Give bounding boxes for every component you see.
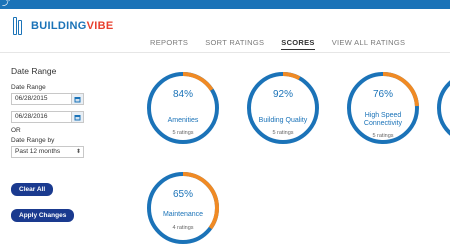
apply-changes-button[interactable]: Apply Changes [11,209,75,222]
score-ratings: 4 ratings [172,225,194,231]
nav-tabs: REPORTS SORT RATINGS SCORES VIEW ALL RAT… [150,38,422,50]
logo-text-vibe: VIBE [86,20,114,32]
calendar-icon [74,114,81,120]
range-by-label: Date Range by [11,137,55,144]
score-name: Amenities [167,117,199,124]
start-date-group: 06/28/2015 [11,93,84,105]
score-percent: 92% [272,89,293,100]
end-date-calendar-button[interactable] [72,111,84,123]
score-name: Building Quality [258,117,308,124]
clear-all-button[interactable]: Clear All [11,183,54,196]
logo-text-building: BUILDING [31,20,87,32]
end-date-input[interactable]: 06/28/2016 [11,111,72,123]
date-range-label: Date Range [11,84,46,91]
score-card-maintenance[interactable]: 65% Maintenance 4 ratings [146,171,220,245]
tab-view-all-ratings[interactable]: VIEW ALL RATINGS [332,38,406,50]
start-date-input[interactable]: 06/28/2015 [11,93,72,105]
header-divider [0,52,450,53]
score-card-partial[interactable] [436,71,450,145]
logo-icon [13,17,27,35]
tab-reports[interactable]: REPORTS [150,38,188,50]
filter-title: Date Range [11,66,57,76]
tab-sort-ratings[interactable]: SORT RATINGS [205,38,264,50]
range-by-select[interactable]: Past 12 months ⬍ [11,146,84,158]
chevron-down-icon: ⬍ [75,149,81,155]
tab-scores[interactable]: SCORES [281,38,315,50]
or-label: OR [11,127,21,134]
score-percent: 65% [172,189,193,200]
score-ratings: 5 ratings [272,130,294,136]
range-by-value: Past 12 months [15,148,61,155]
share-icon[interactable]: ⤴ [2,0,10,8]
score-ratings: 5 ratings [372,133,394,139]
score-name: Maintenance [162,211,204,218]
calendar-icon [74,96,81,102]
start-date-calendar-button[interactable] [72,93,84,105]
score-ratings: 5 ratings [172,130,194,136]
logo[interactable]: BUILDINGVIBE [13,15,113,37]
top-bar: ⤴ [0,0,450,9]
score-card-building-quality[interactable]: 92% Building Quality 5 ratings [246,71,320,145]
score-name: High Speed Connectivity [363,112,403,127]
score-percent: 76% [372,89,393,100]
score-card-high-speed-connectivity[interactable]: 76% High Speed Connectivity 5 ratings [346,71,420,145]
filter-sidebar: Date Range Date Range 06/28/2015 06/28/2… [11,66,91,222]
score-ring [437,80,450,136]
end-date-group: 06/28/2016 [11,111,84,123]
score-card-amenities[interactable]: 84% Amenities 5 ratings [146,71,220,145]
score-percent: 84% [172,89,193,100]
